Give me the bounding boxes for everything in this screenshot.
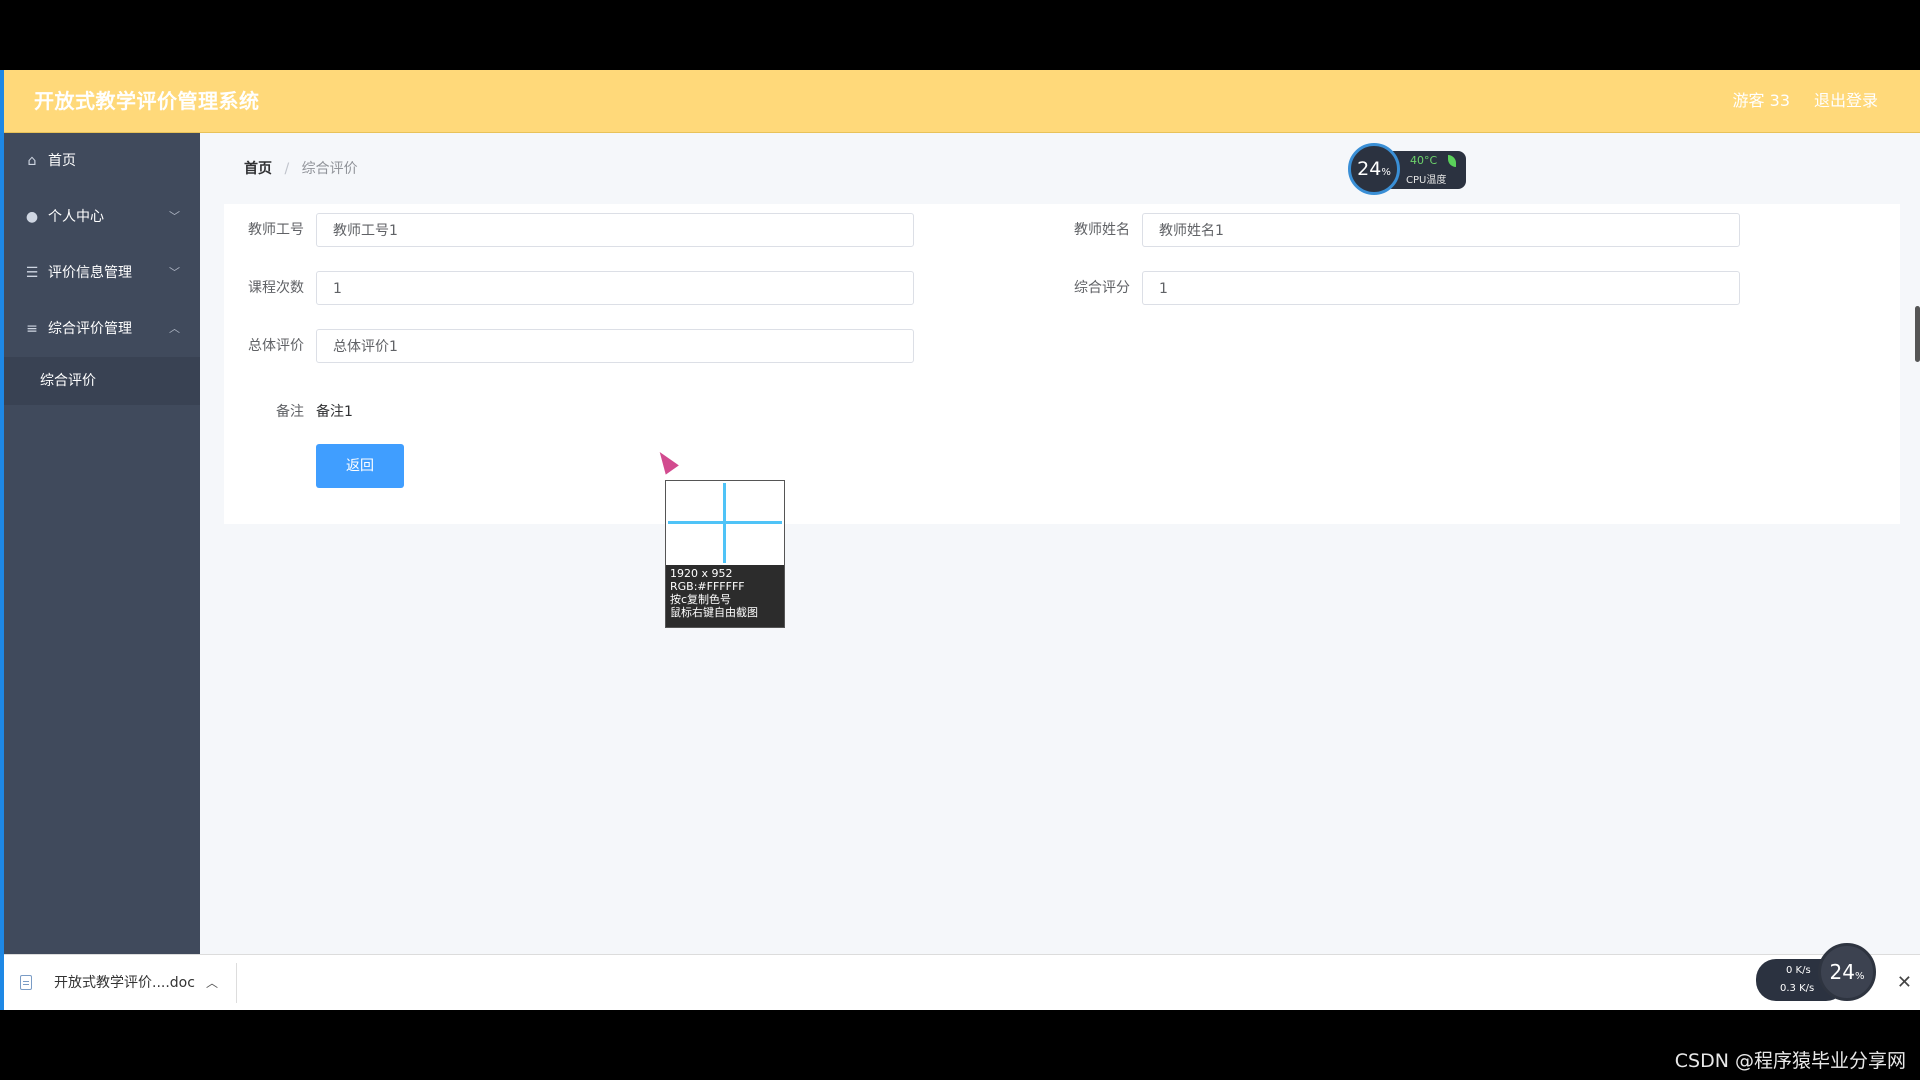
sidebar-item-label: 个人中心 [48,209,104,225]
chevron-up-icon[interactable]: ︿ [206,955,218,1010]
breadcrumb: 首页 / 综合评价 [244,158,358,178]
sidebar-item-evaluation-info[interactable]: ☰ 评价信息管理 ﹀ [0,245,200,301]
leaf-icon [1448,155,1456,167]
sidebar: ⌂ 首页 ● 个人中心 ﹀ ☰ 评价信息管理 ﹀ ≡ 综合评价管理 ︿ 综合评价 [0,133,200,1010]
cpu-usage-unit: % [1381,167,1391,178]
cpu-temperature: 40°C [1410,154,1438,167]
scrollbar[interactable] [1915,306,1920,362]
download-file-name[interactable]: 开放式教学评价....doc [54,955,195,1010]
window-edge-accent [0,70,4,1010]
overall-eval-label: 总体评价 [248,338,304,354]
sidebar-item-personal-center[interactable]: ● 个人中心 ﹀ [0,189,200,245]
sidebar-item-comprehensive-eval-mgmt[interactable]: ≡ 综合评价管理 ︿ [0,301,200,357]
teacher-name-label: 教师姓名 [1074,222,1130,238]
watermark: CSDN @程序猿毕业分享网 [1674,1050,1906,1072]
download-speed: 0.3 K/s [1780,983,1815,994]
user-icon: ● [25,209,39,225]
sidebar-item-label: 综合评价管理 [48,321,132,337]
sidebar-subitem-comprehensive-eval[interactable]: 综合评价 [0,357,200,405]
crosshair-vertical [723,483,726,563]
app-title: 开放式教学评价管理系统 [34,89,260,113]
network-monitor-widget[interactable]: 0 K/s 0.3 K/s 24% [1756,943,1886,1010]
color-picker-popup: 1920 x 952 RGB:#FFFFFF 按c复制色号 鼠标右键自由截图 [665,480,785,628]
home-icon: ⌂ [27,153,37,169]
cpu-monitor-widget[interactable]: 40°C CPU温度 24% [1348,143,1468,199]
overall-score-field[interactable]: 1 [1142,271,1740,305]
cpu-usage-gauge: 24% [1348,143,1400,195]
sidebar-subitem-label: 综合评价 [40,373,96,389]
overall-score-label: 综合评分 [1074,280,1130,296]
course-count-label: 课程次数 [248,280,304,296]
current-user: 游客 33 [1732,91,1790,110]
usage-unit: % [1854,971,1865,982]
overall-eval-field[interactable]: 总体评价1 [316,329,914,363]
sliders-icon: ☰ [25,265,39,281]
download-bar: 开放式教学评价....doc ︿ 0 K/s 0.3 K/s 24% ✕ [0,943,1920,1010]
document-icon [20,975,32,990]
chevron-up-icon: ︿ [169,322,180,335]
divider [236,963,237,1003]
breadcrumb-home[interactable]: 首页 [244,161,272,177]
chevron-down-icon: ﹀ [169,266,180,279]
teacher-id-label: 教师工号 [248,222,304,238]
upload-speed: 0 K/s [1786,965,1811,976]
sidebar-item-label: 首页 [48,153,76,169]
close-icon[interactable]: ✕ [1897,955,1912,1010]
breadcrumb-current: 综合评价 [301,161,358,177]
teacher-id-field[interactable]: 教师工号1 [316,213,914,247]
chevron-down-icon: ﹀ [169,210,180,223]
sidebar-item-home[interactable]: ⌂ 首页 [0,133,200,189]
picker-info: 1920 x 952 RGB:#FFFFFF 按c复制色号 鼠标右键自由截图 [666,565,784,627]
menu-icon: ≡ [26,321,38,337]
detail-form: 教师工号 教师工号1 教师姓名 教师姓名1 课程次数 1 综合评分 1 总体评价… [224,204,1900,524]
picker-size: 1920 x 952 [670,567,733,580]
usage-value: 24 [1829,960,1855,984]
picker-hint-copy: 按c复制色号 [670,593,732,606]
picker-rgb: RGB:#FFFFFF [670,580,745,593]
breadcrumb-separator: / [284,161,290,177]
picker-preview [666,481,784,565]
picker-hint-capture: 鼠标右键自由截图 [670,606,758,619]
top-header: 开放式教学评价管理系统 游客 33 退出登录 [0,70,1920,133]
logout-link[interactable]: 退出登录 [1814,70,1878,132]
course-count-field[interactable]: 1 [316,271,914,305]
cpu-temp-label: CPU温度 [1406,175,1447,186]
note-value: 备注1 [316,404,353,420]
teacher-name-field[interactable]: 教师姓名1 [1142,213,1740,247]
cpu-usage-value: 24 [1357,158,1382,180]
usage-gauge: 24% [1818,943,1876,1001]
back-button[interactable]: 返回 [316,444,404,488]
sidebar-item-label: 评价信息管理 [48,265,132,281]
note-label: 备注 [276,404,304,420]
app-window: 开放式教学评价管理系统 游客 33 退出登录 ⌂ 首页 ● 个人中心 ﹀ ☰ 评… [0,70,1920,1010]
